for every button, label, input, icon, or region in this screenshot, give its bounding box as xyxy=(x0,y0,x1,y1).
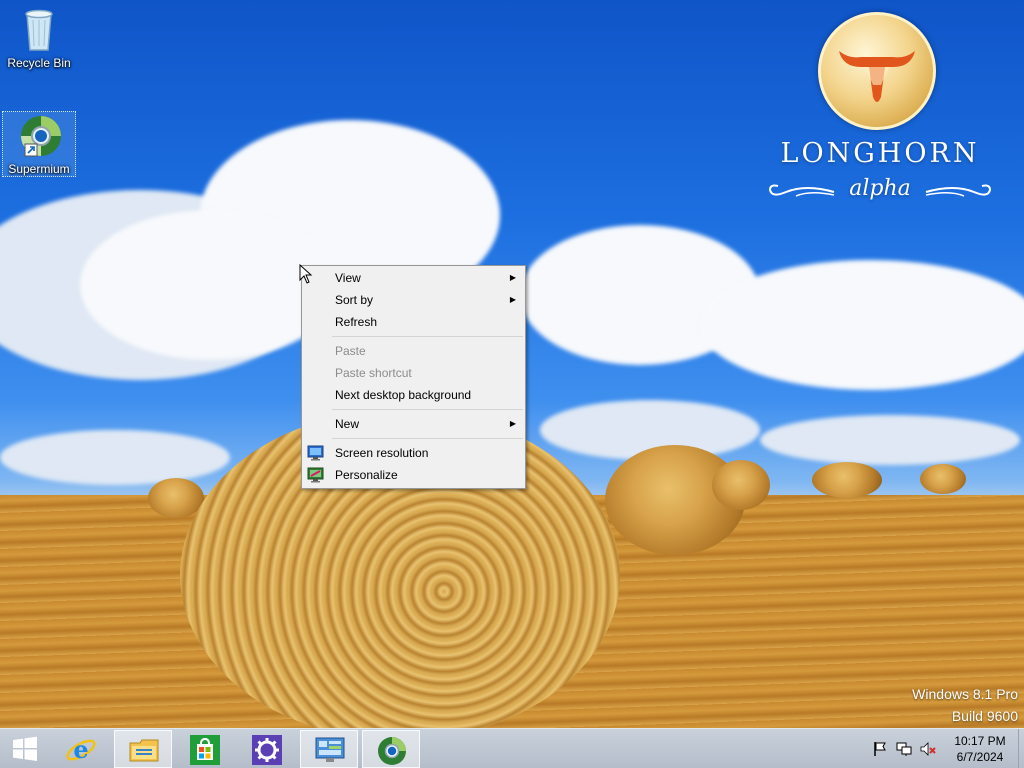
menu-item-label: View xyxy=(335,271,361,285)
svg-text:e: e xyxy=(73,735,88,764)
taskbar-settings[interactable] xyxy=(238,730,296,768)
taskbar-file-explorer[interactable] xyxy=(114,730,172,768)
hay-bale xyxy=(920,464,966,494)
recycle-bin-icon xyxy=(25,9,53,51)
desktop-context-menu: View ▶ Sort by ▶ Refresh Paste Paste sho… xyxy=(301,265,526,489)
menu-item-next-desktop-background[interactable]: Next desktop background xyxy=(302,384,525,406)
network-icon[interactable] xyxy=(896,741,912,757)
menu-item-label: Refresh xyxy=(335,315,378,329)
taskbar-internet-explorer[interactable]: e xyxy=(52,730,110,768)
show-desktop-button[interactable] xyxy=(1018,729,1024,768)
menu-item-label: Sort by xyxy=(335,293,374,307)
watermark-build: Build 9600 xyxy=(951,708,1018,724)
menu-item-new[interactable]: New ▶ xyxy=(302,413,525,435)
menu-item-label: Personalize xyxy=(335,468,398,482)
desktop-icon-label: Supermium xyxy=(8,162,70,176)
menu-item-paste[interactable]: Paste xyxy=(302,340,525,362)
menu-item-label: Next desktop background xyxy=(335,388,472,402)
hay-bale xyxy=(812,462,882,498)
menu-item-view[interactable]: View ▶ xyxy=(302,267,525,289)
menu-separator xyxy=(332,336,523,337)
submenu-arrow-icon: ▶ xyxy=(509,295,516,304)
windows-start-icon xyxy=(13,736,37,761)
start-button[interactable] xyxy=(0,730,50,768)
menu-item-label: New xyxy=(335,417,360,431)
desktop-icon-label: Recycle Bin xyxy=(7,56,71,70)
menu-separator xyxy=(332,409,523,410)
menu-item-label: Paste shortcut xyxy=(335,366,412,380)
screen-resolution-icon xyxy=(307,445,324,461)
menu-separator xyxy=(332,438,523,439)
taskbar-supermium[interactable] xyxy=(362,730,420,768)
internet-explorer-icon: e xyxy=(66,735,96,764)
desktop-icon-supermium[interactable]: Supermium xyxy=(2,111,76,177)
file-explorer-icon xyxy=(129,739,159,762)
supermium-browser-icon xyxy=(378,737,406,765)
store-icon xyxy=(190,735,220,765)
system-tray: 10:17 PM 6/7/2024 xyxy=(864,729,1024,768)
logo-title: LONGHORN xyxy=(780,138,980,169)
longhorn-logo: LONGHORN alpha xyxy=(760,10,1000,210)
menu-item-label: Paste xyxy=(335,344,366,358)
submenu-arrow-icon: ▶ xyxy=(509,273,516,282)
menu-item-label: Screen resolution xyxy=(335,446,429,460)
clock-time: 10:17 PM xyxy=(954,734,1006,748)
swirl-right-icon xyxy=(925,184,992,197)
settings-gear-icon xyxy=(252,735,282,765)
personalize-icon xyxy=(307,467,324,483)
menu-item-personalize[interactable]: Personalize xyxy=(302,464,525,486)
menu-item-sort-by[interactable]: Sort by ▶ xyxy=(302,289,525,311)
watermark-edition: Windows 8.1 Pro xyxy=(912,686,1018,702)
taskbar: e 10:17 PM 6/7/2024 xyxy=(0,728,1024,768)
cloud xyxy=(760,415,1020,465)
windows-watermark: Windows 8.1 Pro Build 9600 xyxy=(912,683,1018,727)
cloud xyxy=(700,260,1024,390)
menu-item-paste-shortcut[interactable]: Paste shortcut xyxy=(302,362,525,384)
clock[interactable]: 10:17 PM 6/7/2024 xyxy=(950,733,1010,765)
action-center-flag-icon[interactable] xyxy=(872,741,888,757)
control-panel-icon xyxy=(315,737,345,762)
desktop-icon-recycle-bin[interactable]: Recycle Bin xyxy=(2,6,76,70)
clock-date: 6/7/2024 xyxy=(956,750,1004,764)
menu-item-screen-resolution[interactable]: Screen resolution xyxy=(302,442,525,464)
mouse-cursor-icon xyxy=(299,264,313,284)
taskbar-control-panel[interactable] xyxy=(300,730,358,768)
submenu-arrow-icon: ▶ xyxy=(509,419,516,428)
cloud xyxy=(0,430,230,485)
menu-item-refresh[interactable]: Refresh xyxy=(302,311,525,333)
hay-bale xyxy=(712,460,770,510)
volume-muted-icon[interactable] xyxy=(920,741,936,757)
longhorn-medal-icon xyxy=(818,12,936,130)
taskbar-store[interactable] xyxy=(176,730,234,768)
supermium-browser-icon xyxy=(21,116,61,157)
